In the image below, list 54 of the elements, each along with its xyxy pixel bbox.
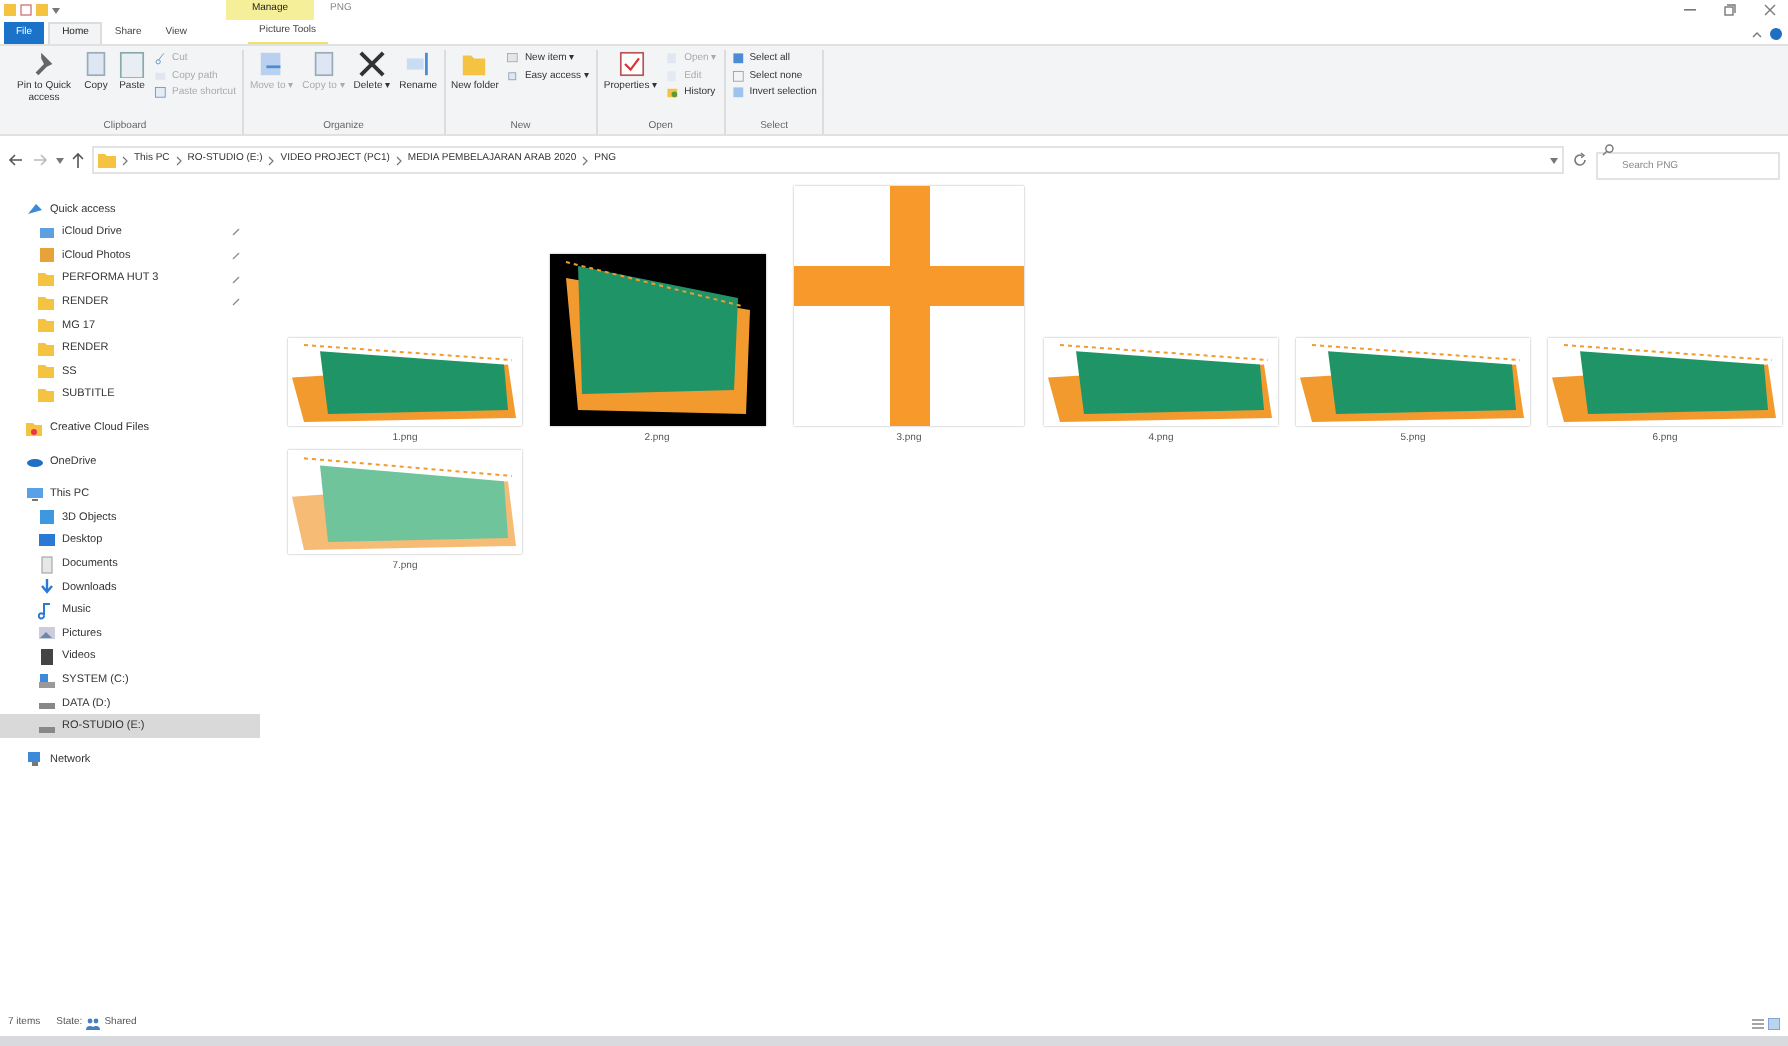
music-icon — [38, 601, 56, 620]
dropdown-icon — [52, 7, 60, 13]
restore-icon[interactable] — [1724, 4, 1736, 16]
copy-icon — [82, 50, 110, 78]
download-icon — [38, 578, 56, 597]
back-arrow-icon[interactable] — [8, 154, 24, 166]
collapse-ribbon-icon[interactable] — [1752, 30, 1762, 38]
chevron-icon — [582, 155, 589, 165]
chevron-icon — [175, 155, 182, 165]
close-icon[interactable] — [1764, 4, 1776, 16]
shared-icon — [86, 1018, 101, 1030]
select-all-icon — [731, 52, 746, 67]
network-icon — [26, 750, 44, 769]
rename-icon — [404, 50, 433, 78]
dropdown-icon[interactable] — [1550, 157, 1558, 163]
recent-dropdown-icon[interactable] — [56, 157, 64, 163]
document-icon — [38, 555, 56, 574]
delete-icon — [358, 50, 387, 78]
new-item-icon — [506, 52, 521, 67]
chevron-icon — [268, 155, 275, 165]
invert-selection-icon — [731, 86, 746, 101]
select-none-icon — [731, 69, 746, 84]
chevron-icon — [395, 155, 402, 165]
copy-icon — [309, 50, 338, 78]
properties-icon — [20, 4, 32, 16]
scissors-icon — [154, 52, 168, 67]
minimize-icon[interactable] — [1684, 8, 1696, 12]
path-icon — [154, 69, 168, 84]
folder-icon — [26, 419, 44, 438]
help-icon[interactable] — [1770, 28, 1782, 40]
history-icon — [666, 86, 681, 101]
drive-icon — [38, 671, 56, 690]
new-folder-icon — [36, 4, 48, 16]
properties-icon — [617, 50, 645, 78]
up-arrow-icon[interactable] — [72, 152, 84, 168]
details-view-icon[interactable] — [1752, 1018, 1764, 1030]
shortcut-icon — [154, 86, 168, 101]
folder-icon — [460, 50, 489, 78]
cube-icon — [38, 508, 56, 527]
refresh-icon[interactable] — [1572, 152, 1588, 168]
computer-icon — [26, 485, 44, 504]
chevron-icon — [122, 155, 128, 165]
folder-icon — [4, 4, 16, 16]
pin-icon — [30, 50, 58, 78]
cloud-icon — [38, 223, 56, 242]
photos-icon — [38, 246, 56, 265]
thumbnails-view-icon[interactable] — [1768, 1018, 1780, 1030]
clipboard-icon — [118, 50, 146, 78]
search-icon — [1602, 144, 1614, 156]
folder-icon — [98, 152, 116, 168]
film-icon — [38, 647, 56, 666]
pictures-icon — [38, 624, 56, 643]
easy-access-icon — [506, 69, 521, 84]
desktop-icon — [38, 532, 56, 551]
